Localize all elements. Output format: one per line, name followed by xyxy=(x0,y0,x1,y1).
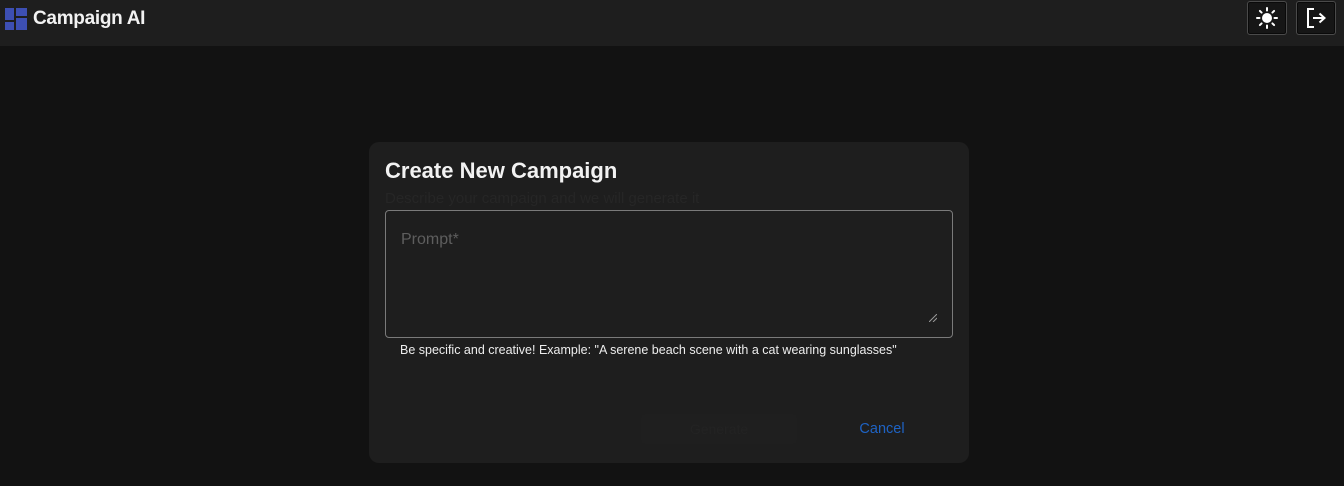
cancel-button[interactable]: Cancel xyxy=(845,414,919,444)
app-bar: Campaign AI xyxy=(0,0,1344,46)
prompt-helper-text: Be specific and creative! Example: "A se… xyxy=(400,343,897,357)
dialog-subtitle: Describe your campaign and we will gener… xyxy=(385,190,700,207)
prompt-field xyxy=(385,210,953,338)
theme-toggle-button[interactable] xyxy=(1247,1,1287,35)
brand: Campaign AI xyxy=(5,6,145,32)
dialog-title: Create New Campaign xyxy=(385,158,618,183)
prompt-input[interactable] xyxy=(386,211,952,337)
app-title: Campaign AI xyxy=(33,8,146,29)
logout-icon xyxy=(1307,8,1326,28)
generate-button[interactable]: Generate xyxy=(641,414,797,444)
create-campaign-dialog: Create New Campaign Describe your campai… xyxy=(369,142,969,463)
resize-handle-icon[interactable] xyxy=(929,314,937,322)
dashboard-icon xyxy=(5,8,27,30)
sun-icon xyxy=(1256,7,1278,29)
logout-button[interactable] xyxy=(1296,1,1336,35)
